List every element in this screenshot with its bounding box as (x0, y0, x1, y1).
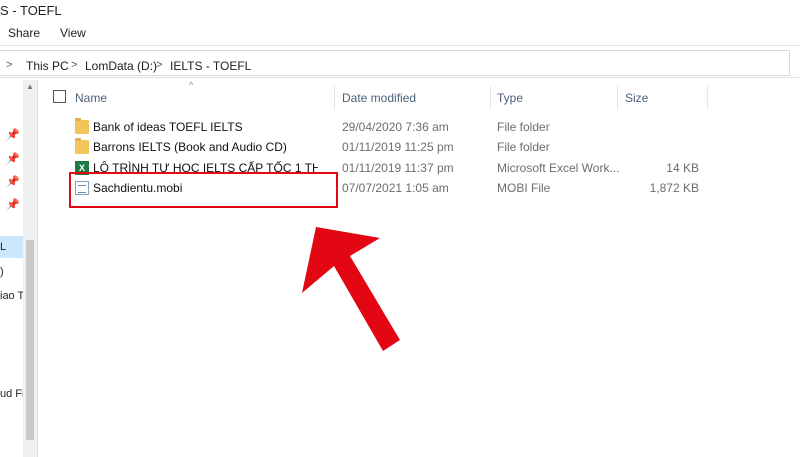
file-name: Bank of ideas TOEFL IELTS (93, 120, 243, 134)
file-size: 14 KB (666, 161, 699, 175)
window-title: S - TOEFL (0, 3, 62, 18)
pin-icon[interactable]: 📌 (6, 152, 20, 165)
breadcrumb[interactable]: > This PC > LomData (D:) > IELTS - TOEFL (0, 50, 790, 76)
file-size: 1,872 KB (649, 181, 699, 195)
nav-item-label[interactable]: L (0, 241, 6, 253)
pin-icon[interactable]: 📌 (6, 175, 20, 188)
tab-view[interactable]: View (60, 26, 86, 40)
column-header-name[interactable]: Name (75, 91, 107, 105)
nav-item-label[interactable]: ) (0, 266, 4, 278)
scrollbar-thumb[interactable] (26, 240, 34, 440)
folder-icon (75, 138, 89, 154)
column-divider[interactable] (490, 86, 491, 110)
file-row[interactable]: Barrons IELTS (Book and Audio CD) 01/11/… (38, 137, 708, 157)
navigation-pane: 📌 📌 📌 📌 L ) iao T ud Fi ▲ (0, 80, 38, 457)
breadcrumb-drive[interactable]: LomData (D:) (85, 59, 157, 73)
file-type: MOBI File (497, 181, 551, 195)
file-date: 29/04/2020 7:36 am (342, 120, 449, 134)
nav-item-label[interactable]: iao T (0, 290, 24, 302)
file-name: Barrons IELTS (Book and Audio CD) (93, 140, 287, 154)
column-header-size[interactable]: Size (625, 91, 648, 105)
file-list: ^ Name Date modified Type Size Bank of i… (38, 80, 800, 457)
title-bar: S - TOEFL (0, 0, 800, 22)
scroll-up-icon[interactable]: ▲ (26, 82, 34, 91)
file-date: 01/11/2019 11:37 pm (342, 161, 454, 175)
column-divider[interactable] (707, 86, 708, 110)
file-date: 07/07/2021 1:05 am (342, 181, 449, 195)
ribbon-tabs: Share View (0, 22, 800, 46)
column-header-row: ^ Name Date modified Type Size (38, 80, 708, 114)
chevron-right-icon: > (156, 59, 163, 71)
column-header-date[interactable]: Date modified (342, 91, 416, 105)
pin-icon[interactable]: 📌 (6, 128, 20, 141)
sort-caret-icon: ^ (189, 80, 194, 90)
breadcrumb-folder[interactable]: IELTS - TOEFL (170, 59, 251, 73)
column-divider[interactable] (334, 86, 335, 110)
chevron-right-icon: > (6, 59, 13, 71)
address-bar[interactable]: > This PC > LomData (D:) > IELTS - TOEFL (0, 48, 800, 78)
breadcrumb-this-pc[interactable]: This PC (26, 59, 69, 73)
highlight-box (69, 172, 338, 208)
pin-icon[interactable]: 📌 (6, 198, 20, 211)
file-type: File folder (497, 140, 550, 154)
column-divider[interactable] (617, 86, 618, 110)
file-date: 01/11/2019 11:25 pm (342, 140, 454, 154)
column-header-type[interactable]: Type (497, 91, 523, 105)
file-type: File folder (497, 120, 550, 134)
folder-icon (75, 118, 89, 134)
nav-item-label[interactable]: ud Fi (0, 388, 24, 400)
file-type: Microsoft Excel Work... (497, 161, 620, 175)
tab-share[interactable]: Share (8, 26, 40, 40)
file-row[interactable]: Bank of ideas TOEFL IELTS 29/04/2020 7:3… (38, 117, 708, 137)
select-all-checkbox[interactable] (53, 90, 66, 103)
chevron-right-icon: > (71, 59, 78, 71)
nav-scrollbar[interactable]: ▲ (23, 80, 37, 457)
